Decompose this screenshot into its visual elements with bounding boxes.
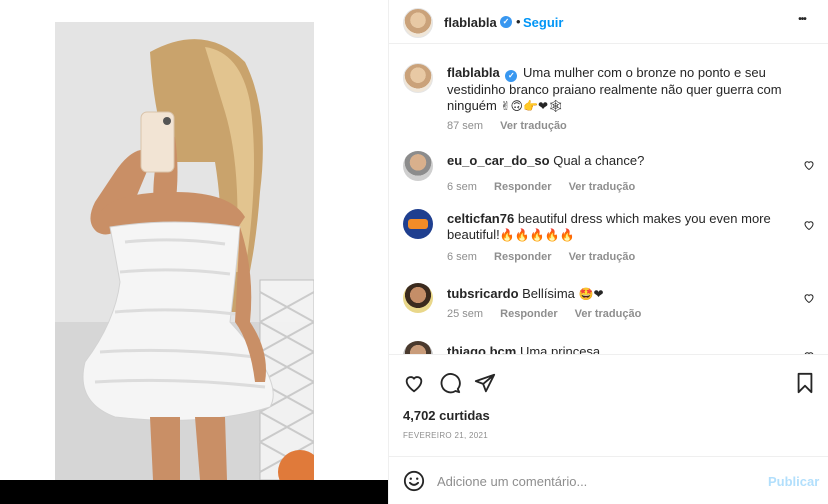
comment-meta: 25 sem Responder Ver tradução	[447, 308, 655, 320]
like-heart-icon[interactable]	[403, 372, 425, 394]
comment-time[interactable]: 25 sem	[447, 308, 483, 320]
separator-dot: •	[516, 14, 521, 29]
like-comment-heart-icon[interactable]	[803, 219, 815, 231]
post-photo[interactable]	[55, 22, 314, 480]
comment-item: tubsricardo Bellísima 🤩❤ 25 sem Responde…	[389, 283, 828, 335]
translate-link[interactable]: Ver tradução	[569, 181, 636, 193]
media-pane	[0, 0, 388, 504]
caption-meta: 87 sem Ver tradução	[447, 120, 581, 132]
comment-body: Uma princesa	[519, 344, 601, 355]
commenter-avatar[interactable]	[403, 283, 433, 313]
translate-link[interactable]: Ver tradução	[575, 308, 642, 320]
caption-time[interactable]: 87 sem	[447, 120, 483, 132]
commenter-avatar[interactable]	[403, 341, 433, 354]
reply-link[interactable]: Responder	[494, 181, 551, 193]
post-date[interactable]: FEVEREIRO 21, 2021	[403, 431, 488, 440]
emoji-picker-icon[interactable]	[403, 470, 425, 492]
like-comment-heart-icon[interactable]	[803, 292, 815, 304]
like-comment-heart-icon[interactable]	[803, 159, 815, 171]
caption-emojis: ✌🙃👉❤🕸	[500, 99, 564, 113]
author-username[interactable]: flablabla	[444, 15, 497, 30]
comment-emojis: 🤩❤	[578, 287, 604, 301]
comment-text: tubsricardo Bellísima 🤩❤	[447, 286, 793, 302]
caption-text: flablabla ✓ Uma mulher com o bronze no p…	[447, 65, 793, 114]
comment-body: Qual a chance?	[553, 153, 645, 168]
save-bookmark-icon[interactable]	[795, 372, 815, 394]
post-details-pane: flablabla ✓ • Seguir ••• flablabla ✓ Uma…	[388, 0, 828, 504]
author-avatar[interactable]	[403, 8, 433, 38]
comment-meta: 6 sem Responder Ver tradução	[447, 251, 649, 263]
comment-time[interactable]: 6 sem	[447, 251, 477, 263]
comment-author[interactable]: thiago.bcm	[447, 344, 516, 354]
more-options-icon[interactable]: •••	[794, 10, 810, 30]
comment-bubble-icon[interactable]	[439, 372, 461, 394]
comments-list[interactable]: flablabla ✓ Uma mulher com o bronze no p…	[389, 45, 828, 355]
comment-emojis: 🔥🔥🔥🔥🔥	[499, 228, 575, 242]
commenter-avatar[interactable]	[403, 151, 433, 181]
verified-badge-icon: ✓	[500, 16, 512, 28]
comment-text: thiago.bcm Uma princesa	[447, 344, 793, 355]
likes-count[interactable]: 4,702 curtidas	[403, 408, 490, 423]
like-comment-heart-icon[interactable]	[803, 350, 815, 355]
comment-item: thiago.bcm Uma princesa	[389, 341, 828, 355]
comment-author[interactable]: eu_o_car_do_so	[447, 153, 550, 168]
verified-badge-icon: ✓	[505, 70, 518, 82]
publish-button[interactable]: Publicar	[768, 474, 819, 489]
add-comment-bar: Publicar	[389, 456, 828, 504]
comment-text: eu_o_car_do_so Qual a chance?	[447, 153, 793, 169]
reply-link[interactable]: Responder	[494, 251, 551, 263]
reply-link[interactable]: Responder	[500, 308, 557, 320]
follow-button[interactable]: Seguir	[523, 15, 563, 30]
comment-time[interactable]: 6 sem	[447, 181, 477, 193]
post-actions-bar	[389, 362, 828, 402]
caption-author-avatar[interactable]	[403, 63, 433, 93]
caption-author[interactable]: flablabla	[447, 65, 500, 80]
post-header: flablabla ✓ • Seguir •••	[389, 0, 828, 44]
commenter-avatar[interactable]	[403, 209, 433, 239]
caption-item: flablabla ✓ Uma mulher com o bronze no p…	[389, 59, 828, 149]
translate-link[interactable]: Ver tradução	[569, 251, 636, 263]
comment-item: celticfan76 beautiful dress which makes …	[389, 209, 828, 275]
comment-author[interactable]: tubsricardo	[447, 286, 519, 301]
caption-translate-link[interactable]: Ver tradução	[500, 120, 567, 132]
comment-author[interactable]: celticfan76	[447, 211, 514, 226]
photo-illustration	[55, 22, 314, 480]
share-paper-plane-icon[interactable]	[474, 372, 496, 394]
comment-item: eu_o_car_do_so Qual a chance? 6 sem Resp…	[389, 151, 828, 203]
comment-body: Bellísima	[522, 286, 575, 301]
comment-text: celticfan76 beautiful dress which makes …	[447, 211, 793, 243]
comment-meta: 6 sem Responder Ver tradução	[447, 181, 649, 193]
instagram-post-dialog: flablabla ✓ • Seguir ••• flablabla ✓ Uma…	[0, 0, 828, 504]
add-comment-input[interactable]	[437, 470, 737, 492]
media-frame	[0, 0, 388, 480]
